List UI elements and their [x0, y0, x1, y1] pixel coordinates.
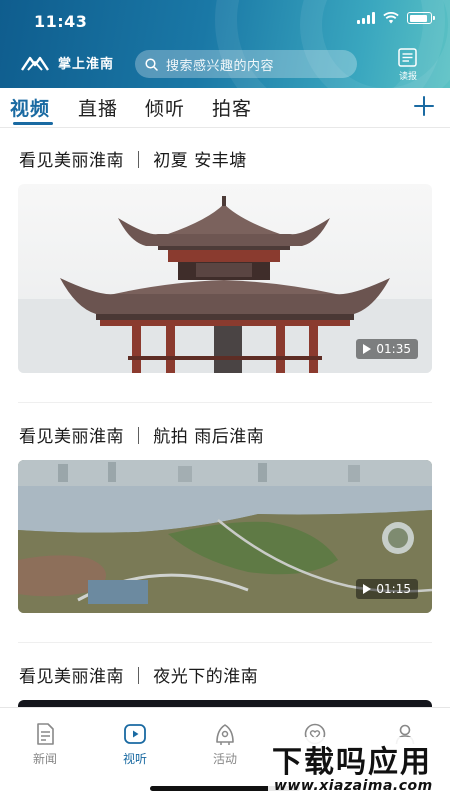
video-thumbnail[interactable]: 01:35: [18, 184, 432, 373]
divider: [18, 642, 432, 643]
video-title[interactable]: 看见美丽淮南 ｜ 航拍 雨后淮南: [19, 422, 264, 447]
video-duration: 01:35: [356, 339, 418, 359]
wifi-icon: [383, 12, 399, 24]
night-image[interactable]: [18, 700, 432, 707]
search-icon: [145, 57, 158, 71]
channel-tabs: 视频 直播 倾听 拍客: [0, 88, 450, 128]
app-header: 11:43 掌上淮南 搜索感兴趣的内容 读报: [0, 0, 450, 88]
cellular-signal-icon: [357, 12, 375, 24]
app-name: 掌上淮南: [58, 57, 115, 72]
news-icon: [37, 723, 54, 745]
video-title[interactable]: 看见美丽淮南 ｜ 初夏 安丰塘: [19, 146, 247, 171]
nav-news-label: 新闻: [32, 752, 57, 766]
app-brand: 掌上淮南: [20, 53, 114, 72]
tab-live[interactable]: 直播: [78, 94, 118, 121]
status-icons: [357, 12, 435, 24]
watermark-url: www.xiazaima.com: [274, 778, 433, 794]
tab-video[interactable]: 视频: [10, 94, 50, 121]
video-title[interactable]: 看见美丽淮南 ｜ 夜光下的淮南: [19, 662, 258, 687]
video-play-icon: [124, 724, 146, 744]
nav-activity-label: 活动: [212, 752, 237, 766]
status-time: 11:43: [34, 12, 88, 31]
divider: [18, 402, 432, 403]
search-input[interactable]: 搜索感兴趣的内容: [135, 50, 357, 78]
video-duration: 01:15: [356, 579, 418, 599]
site-watermark: 下载吗应用 www.xiazaima.com: [268, 737, 446, 797]
nav-activity[interactable]: 活动: [195, 722, 255, 767]
duration-text: 01:35: [376, 342, 411, 356]
tab-listen[interactable]: 倾听: [145, 94, 185, 121]
video-thumbnail[interactable]: 01:15: [18, 460, 432, 613]
play-icon: [363, 584, 372, 594]
e-paper-button[interactable]: 读报: [394, 48, 422, 82]
add-channel-icon[interactable]: [412, 94, 436, 118]
e-paper-label: 读报: [398, 72, 417, 82]
activity-icon: [216, 724, 234, 745]
app-logo-icon: [21, 56, 49, 71]
watermark-title: 下载吗应用: [272, 745, 432, 780]
active-tab-indicator: [13, 122, 53, 125]
nav-news[interactable]: 新闻: [15, 722, 75, 767]
newspaper-icon: [398, 48, 417, 67]
battery-icon: [407, 12, 435, 24]
nav-video-label: 视听: [122, 752, 147, 766]
duration-text: 01:15: [376, 582, 411, 596]
search-placeholder: 搜索感兴趣的内容: [166, 58, 275, 74]
nav-video[interactable]: 视听: [105, 722, 165, 767]
tab-paike[interactable]: 拍客: [212, 94, 252, 121]
play-icon: [363, 344, 372, 354]
